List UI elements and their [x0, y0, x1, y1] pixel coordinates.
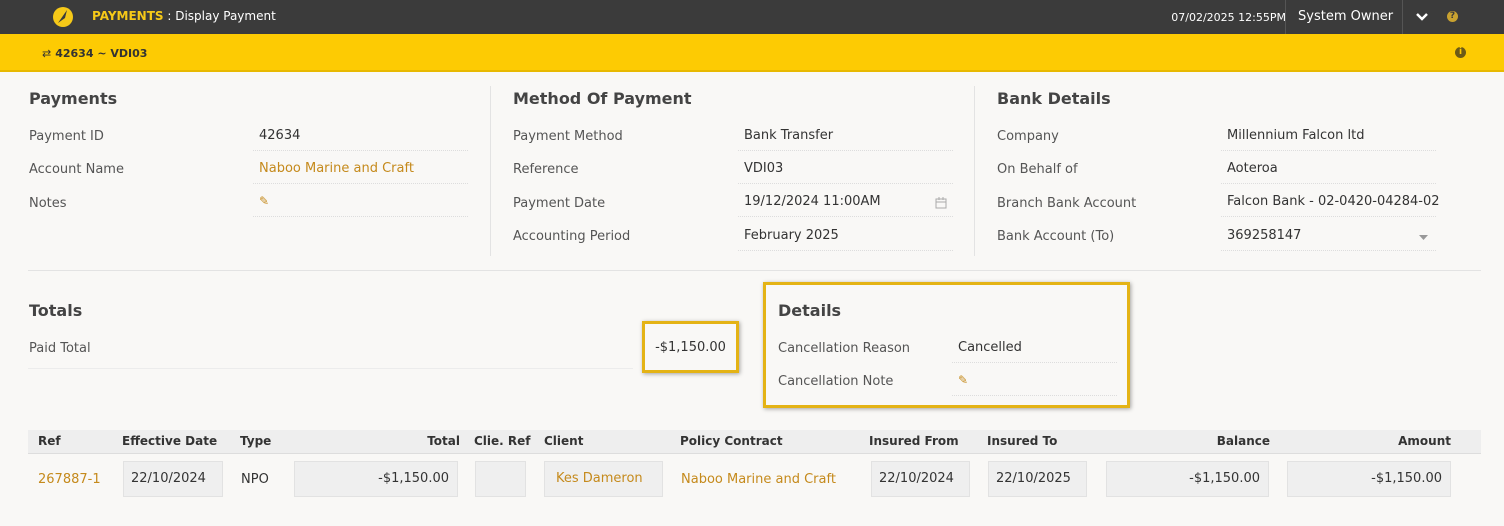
- row-effective-date: 22/10/2024: [123, 461, 223, 497]
- divider: [1285, 0, 1286, 34]
- account-name-link[interactable]: Naboo Marine and Craft: [253, 158, 468, 184]
- column-header-client-ref[interactable]: Clie. Ref: [474, 434, 531, 448]
- reference-label: Reference: [513, 162, 579, 177]
- on-behalf-value: Aoteroa: [1221, 158, 1436, 184]
- column-header-client[interactable]: Client: [544, 434, 583, 448]
- bank-account-to-value: 369258147: [1227, 228, 1302, 243]
- accounting-period-label: Accounting Period: [513, 229, 631, 244]
- payment-date-field[interactable]: 19/12/2024 11:00AM: [738, 191, 953, 217]
- column-header-ref[interactable]: Ref: [38, 434, 61, 448]
- company-value: Millennium Falcon ltd: [1221, 125, 1436, 151]
- row-client-link[interactable]: Kes Dameron: [544, 461, 663, 497]
- row-policy-contract-link[interactable]: Naboo Marine and Craft: [681, 472, 836, 487]
- payments-title: Payments: [29, 89, 118, 108]
- row-amount: -$1,150.00: [1287, 461, 1451, 497]
- dropdown-caret-icon[interactable]: [1419, 235, 1428, 241]
- company-label: Company: [997, 129, 1059, 144]
- divider: [974, 86, 975, 256]
- calendar-icon[interactable]: [935, 197, 947, 209]
- paid-total-value: -$1,150.00: [655, 340, 726, 355]
- payment-date-value: 19/12/2024 11:00AM: [744, 194, 881, 209]
- user-name[interactable]: System Owner: [1298, 9, 1393, 24]
- divider: [1402, 0, 1403, 34]
- column-header-type[interactable]: Type: [240, 434, 271, 448]
- payment-method-value: Bank Transfer: [738, 125, 953, 151]
- cancellation-note-field[interactable]: ✎: [952, 370, 1117, 396]
- table-header: Ref Effective Date Type Total Clie. Ref …: [28, 430, 1481, 454]
- column-header-amount[interactable]: Amount: [1371, 434, 1451, 448]
- bank-details-title: Bank Details: [997, 89, 1111, 108]
- divider: [28, 270, 1481, 271]
- chevron-down-icon[interactable]: [1416, 12, 1428, 22]
- notes-field[interactable]: ✎: [253, 191, 468, 217]
- refresh-icon[interactable]: ⇄: [42, 47, 51, 60]
- bank-account-to-select[interactable]: 369258147: [1221, 225, 1436, 251]
- row-ref-link[interactable]: 267887-1: [38, 472, 101, 487]
- payment-method-label: Payment Method: [513, 129, 623, 144]
- cancellation-reason-label: Cancellation Reason: [778, 341, 911, 356]
- row-insured-to: 22/10/2025: [988, 461, 1087, 497]
- notes-label: Notes: [29, 196, 67, 211]
- payment-date-label: Payment Date: [513, 196, 606, 211]
- column-header-effective-date[interactable]: Effective Date: [122, 434, 217, 448]
- column-header-insured-from[interactable]: Insured From: [869, 434, 959, 448]
- page-title: PAYMENTS : Display Payment: [92, 9, 276, 23]
- details-title: Details: [778, 301, 842, 320]
- reference-value: VDI03: [738, 158, 953, 184]
- cancellation-note-label: Cancellation Note: [778, 374, 894, 389]
- payment-id-value: 42634: [253, 125, 468, 151]
- method-title: Method Of Payment: [513, 89, 692, 108]
- info-icon[interactable]: i: [1455, 47, 1466, 58]
- help-icon[interactable]: ?: [1447, 11, 1458, 22]
- branch-bank-account-value: Falcon Bank - 02-0420-04284-02: [1221, 191, 1440, 217]
- row-type: NPO: [241, 472, 269, 487]
- top-bar: PAYMENTS : Display Payment 07/02/2025 12…: [0, 0, 1504, 34]
- column-header-policy-contract[interactable]: Policy Contract: [680, 434, 783, 448]
- column-header-insured-to[interactable]: Insured To: [987, 434, 1057, 448]
- divider: [490, 86, 491, 256]
- paid-total-label: Paid Total: [29, 341, 91, 356]
- on-behalf-label: On Behalf of: [997, 162, 1078, 177]
- row-balance: -$1,150.00: [1106, 461, 1269, 497]
- bank-account-to-label: Bank Account (To): [997, 229, 1115, 244]
- accounting-period-value: February 2025: [738, 225, 953, 251]
- current-datetime: 07/02/2025 12:55PM: [1171, 11, 1286, 24]
- row-insured-from: 22/10/2024: [871, 461, 970, 497]
- totals-title: Totals: [29, 301, 83, 320]
- branch-bank-account-label: Branch Bank Account: [997, 196, 1137, 211]
- record-identifier: ⇄ 42634 ~ VDI03: [42, 47, 148, 60]
- edit-icon[interactable]: ✎: [958, 373, 968, 387]
- column-header-balance[interactable]: Balance: [1190, 434, 1270, 448]
- cancellation-reason-value: Cancelled: [952, 337, 1117, 363]
- account-name-label: Account Name: [29, 162, 124, 177]
- app-logo-icon[interactable]: [52, 6, 74, 28]
- row-client-ref: [475, 461, 526, 497]
- column-header-total[interactable]: Total: [390, 434, 460, 448]
- payment-id-label: Payment ID: [29, 129, 104, 144]
- row-total: -$1,150.00: [294, 461, 458, 497]
- record-bar: ⇄ 42634 ~ VDI03 i: [0, 34, 1504, 72]
- edit-icon[interactable]: ✎: [259, 194, 269, 208]
- divider: [28, 368, 633, 369]
